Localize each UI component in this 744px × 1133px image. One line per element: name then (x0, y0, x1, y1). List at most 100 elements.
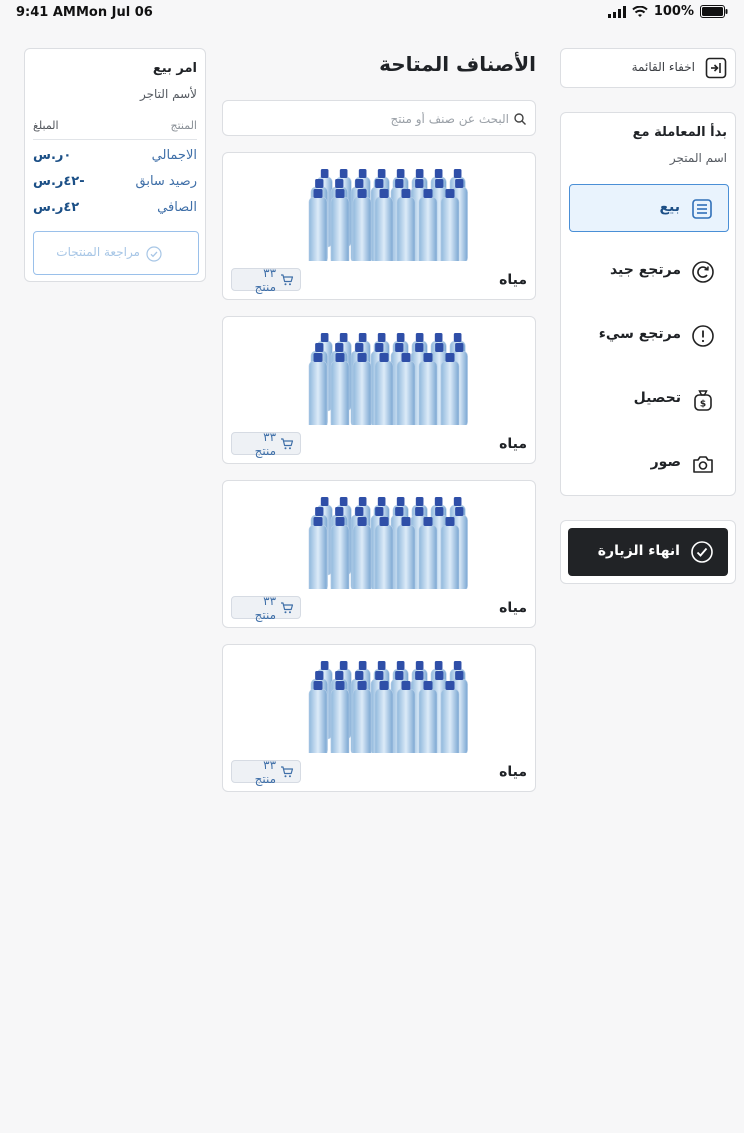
bottle-body (440, 360, 460, 425)
bottle-cap (455, 343, 464, 352)
bottle-cap (435, 671, 444, 680)
check-circle-icon (691, 541, 713, 563)
bottle-cap (315, 507, 324, 516)
product-name: مياه (499, 272, 527, 288)
bottle-cap (453, 661, 462, 670)
product-count: ٣٣ منتج (254, 593, 277, 622)
bottle-cap (313, 517, 323, 526)
menu-item-label: صور (650, 454, 681, 470)
bottle-body (308, 688, 328, 753)
add-to-cart-badge[interactable]: ٣٣ منتج (231, 593, 301, 622)
bottle-cap (357, 681, 367, 690)
water-bottles-image (308, 333, 468, 425)
bottle-cap (358, 169, 367, 178)
bottle-cap (423, 517, 433, 526)
cart-icon (281, 601, 294, 613)
product-card[interactable]: مياه ٣٣ منتج (222, 316, 536, 464)
bottle-cap (395, 507, 404, 516)
money-bag-icon: $ (694, 390, 712, 411)
bottle-cap (335, 507, 344, 516)
bottle-cap (415, 333, 424, 342)
bottle-body (418, 360, 438, 425)
refresh-icon (692, 261, 714, 283)
review-products-button[interactable]: مراجعة المنتجات (33, 231, 199, 275)
product-count: ٣٣ منتج (254, 757, 277, 786)
bottle-cap (445, 681, 455, 690)
bottle-cap (335, 179, 344, 188)
bottle-cap (339, 497, 348, 506)
bottle-cap (358, 497, 367, 506)
bottle-cap (401, 353, 411, 362)
bottle-cap (415, 507, 424, 516)
bottle-cap (339, 169, 348, 178)
bottle-cap (335, 671, 344, 680)
hide-list-button[interactable]: اخفاء القائمة (560, 48, 736, 88)
add-to-cart-badge[interactable]: ٣٣ منتج (231, 266, 301, 294)
bottle-cap (401, 517, 411, 526)
cart-icon (281, 273, 294, 285)
water-bottles-image (308, 169, 468, 261)
menu-item-good-return[interactable]: مرتجع جيد (569, 248, 729, 296)
review-products-label: مراجعة المنتجات (56, 245, 140, 259)
end-visit-button[interactable]: انهاء الزيارة (568, 528, 728, 576)
product-card[interactable]: مياه ٣٣ منتج (222, 152, 536, 300)
hide-list-label: اخفاء القائمة (631, 60, 695, 74)
menu-item-label: مرتجع جيد (609, 262, 681, 278)
bottle-cap (377, 497, 386, 506)
collapse-sidebar-icon (705, 57, 727, 79)
menu-item-photos[interactable]: صور (569, 440, 729, 488)
bottle-cap (423, 681, 433, 690)
menu-item-label: مرتجع سيء (598, 326, 681, 342)
bottle-cap (434, 497, 443, 506)
bottle-cap (335, 189, 345, 198)
add-to-cart-badge[interactable]: ٣٣ منتج (231, 430, 301, 458)
column-header-amount: المبلغ (33, 119, 59, 132)
bottle-body (418, 196, 438, 261)
store-name: اسم المتجر (669, 151, 727, 165)
bottle-cap (357, 353, 367, 362)
bottle-body (330, 524, 350, 589)
search-box[interactable] (222, 100, 536, 136)
bottle-body (440, 688, 460, 753)
search-input[interactable] (229, 107, 509, 131)
menu-item-collection[interactable]: تحصيل $ (569, 376, 729, 424)
bottle-cap (434, 661, 443, 670)
bottle-cap (435, 343, 444, 352)
bottle-cap (339, 661, 348, 670)
net-label: الصافي (157, 200, 197, 215)
bottle-cap (396, 661, 405, 670)
svg-text:$: $ (700, 400, 706, 410)
bottle-body (330, 196, 350, 261)
signal-icon (607, 5, 626, 18)
bottle-cap (415, 497, 424, 506)
alert-icon (692, 325, 714, 347)
water-bottles-image (308, 661, 468, 753)
product-card[interactable]: مياه ٣٣ منتج (222, 480, 536, 628)
wifi-icon (632, 5, 648, 17)
status-time: 9:41 AM (16, 5, 76, 20)
bottle-cap (396, 333, 405, 342)
bottle-body (440, 524, 460, 589)
add-to-cart-badge[interactable]: ٣٣ منتج (231, 757, 301, 786)
bottle-cap (315, 343, 324, 352)
bottle-cap (423, 189, 433, 198)
menu-item-bad-return[interactable]: مرتجع سيء (569, 312, 729, 360)
bottle-cap (401, 189, 411, 198)
bottle-cap (358, 661, 367, 670)
bottle-cap (377, 661, 386, 670)
bottle-body (440, 196, 460, 261)
product-card[interactable]: مياه ٣٣ منتج (222, 644, 536, 792)
bottle-cap (453, 169, 462, 178)
bottle-cap (358, 333, 367, 342)
water-bottles-image (308, 497, 468, 589)
menu-item-sale[interactable]: بيع (569, 184, 729, 232)
bottle-body (352, 688, 372, 753)
bottle-cap (455, 671, 464, 680)
product-name: مياه (499, 600, 527, 616)
bottle-cap (375, 671, 384, 680)
total-label: الاجمالي (151, 148, 197, 163)
page-title: الأصناف المتاحة (379, 52, 536, 76)
bottle-cap (396, 497, 405, 506)
bottle-cap (423, 353, 433, 362)
bottle-cap (395, 179, 404, 188)
